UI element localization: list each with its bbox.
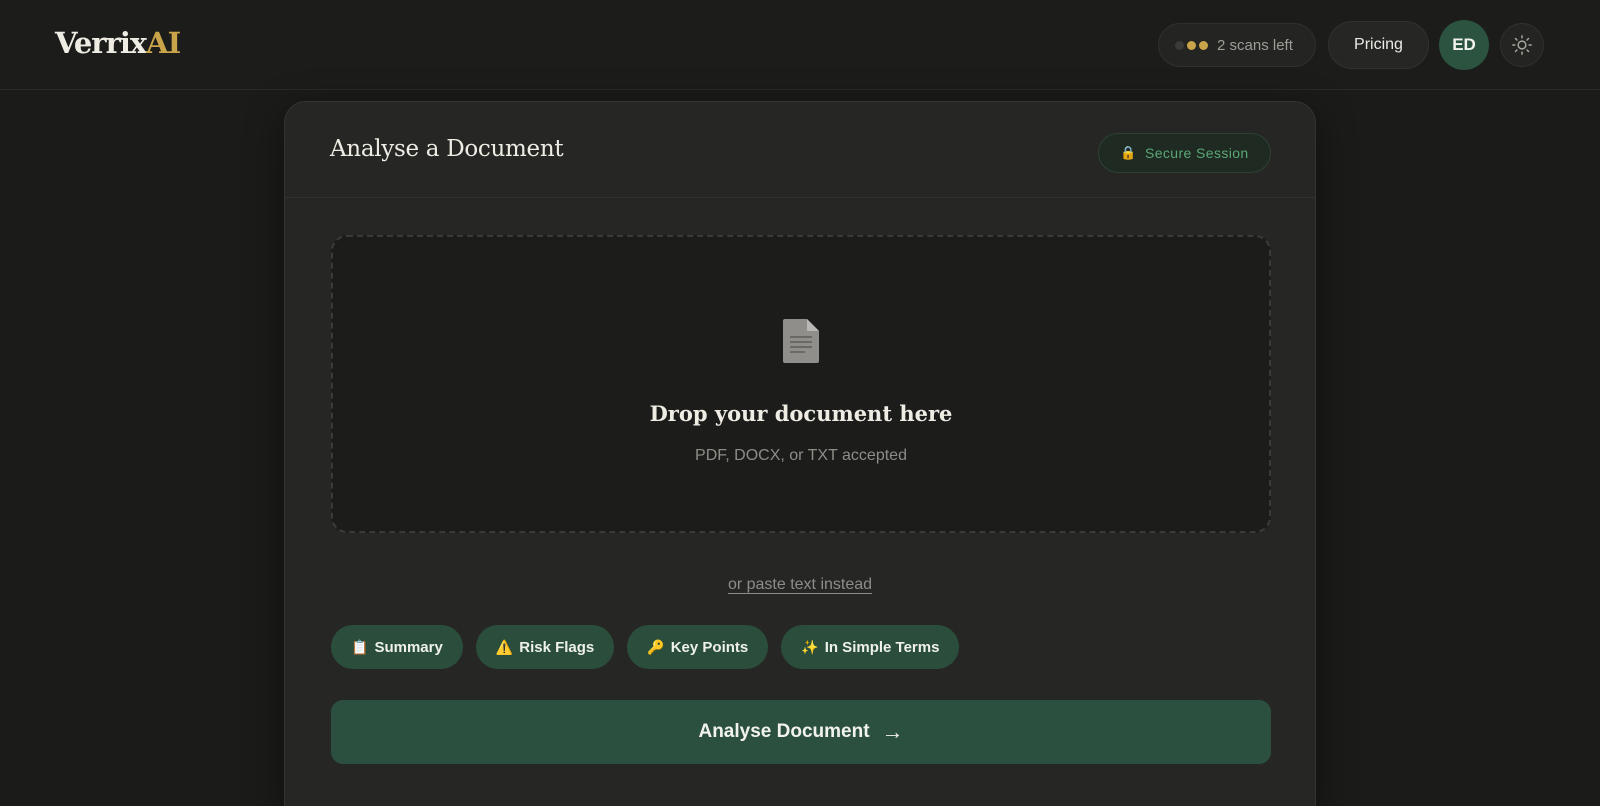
option-risk-flags[interactable]: ⚠️ Risk Flags (475, 625, 615, 669)
analysis-options: 📋 Summary ⚠️ Risk Flags 🔑 Key Points ✨ I… (331, 625, 972, 669)
option-summary[interactable]: 📋 Summary (331, 625, 463, 669)
sparkles-icon: ✨ (801, 638, 819, 655)
analyse-card: Analyse a Document 🔒 Secure Session Drop… (284, 101, 1316, 806)
page-title: Analyse a Document (330, 136, 564, 162)
logo-accent-text: AI (146, 26, 181, 60)
paste-text-link-row: or paste text instead (285, 576, 1315, 594)
scans-remaining-label: 2 scans left (1217, 36, 1293, 54)
secure-session-badge: 🔒 Secure Session (1098, 133, 1271, 173)
file-dropzone[interactable]: Drop your document here PDF, DOCX, or TX… (331, 235, 1271, 533)
paste-text-link[interactable]: or paste text instead (728, 576, 872, 593)
option-label: Summary (374, 638, 443, 656)
scan-dot-available (1199, 40, 1208, 50)
option-label: Key Points (670, 638, 749, 656)
dropzone-subtitle: PDF, DOCX, or TXT accepted (695, 447, 907, 464)
warning-icon: ⚠️ (495, 638, 514, 655)
option-key-points[interactable]: 🔑 Key Points (627, 625, 769, 669)
logo-text: Verrix (55, 26, 147, 60)
option-in-simple-terms[interactable]: ✨ In Simple Terms (781, 625, 960, 669)
lock-icon: 🔒 (1120, 145, 1137, 160)
scan-dot-available (1187, 40, 1196, 50)
dropzone-title: Drop your document here (649, 401, 953, 426)
card-header: Analyse a Document 🔒 Secure Session (285, 102, 1315, 198)
option-label: In Simple Terms (824, 638, 940, 656)
document-icon (783, 319, 819, 363)
scans-remaining-badge: 2 scans left (1158, 23, 1316, 67)
clipboard-icon: 📋 (351, 638, 369, 655)
pricing-button[interactable]: Pricing (1328, 21, 1429, 69)
analyse-button-label: Analyse Document (698, 721, 870, 742)
secure-session-label: Secure Session (1144, 145, 1249, 161)
arrow-right-icon: → (881, 719, 904, 744)
theme-toggle-button[interactable] (1500, 23, 1544, 67)
key-icon: 🔑 (647, 638, 665, 655)
analyse-document-button[interactable]: Analyse Document → (331, 700, 1271, 764)
logo[interactable]: VerrixAI (55, 26, 181, 60)
sun-icon (1512, 35, 1532, 55)
scan-dot-used (1175, 40, 1184, 50)
option-label: Risk Flags (519, 638, 595, 656)
top-navigation-bar: VerrixAI 2 scans left Pricing ED (0, 0, 1600, 90)
avatar[interactable]: ED (1439, 20, 1489, 70)
